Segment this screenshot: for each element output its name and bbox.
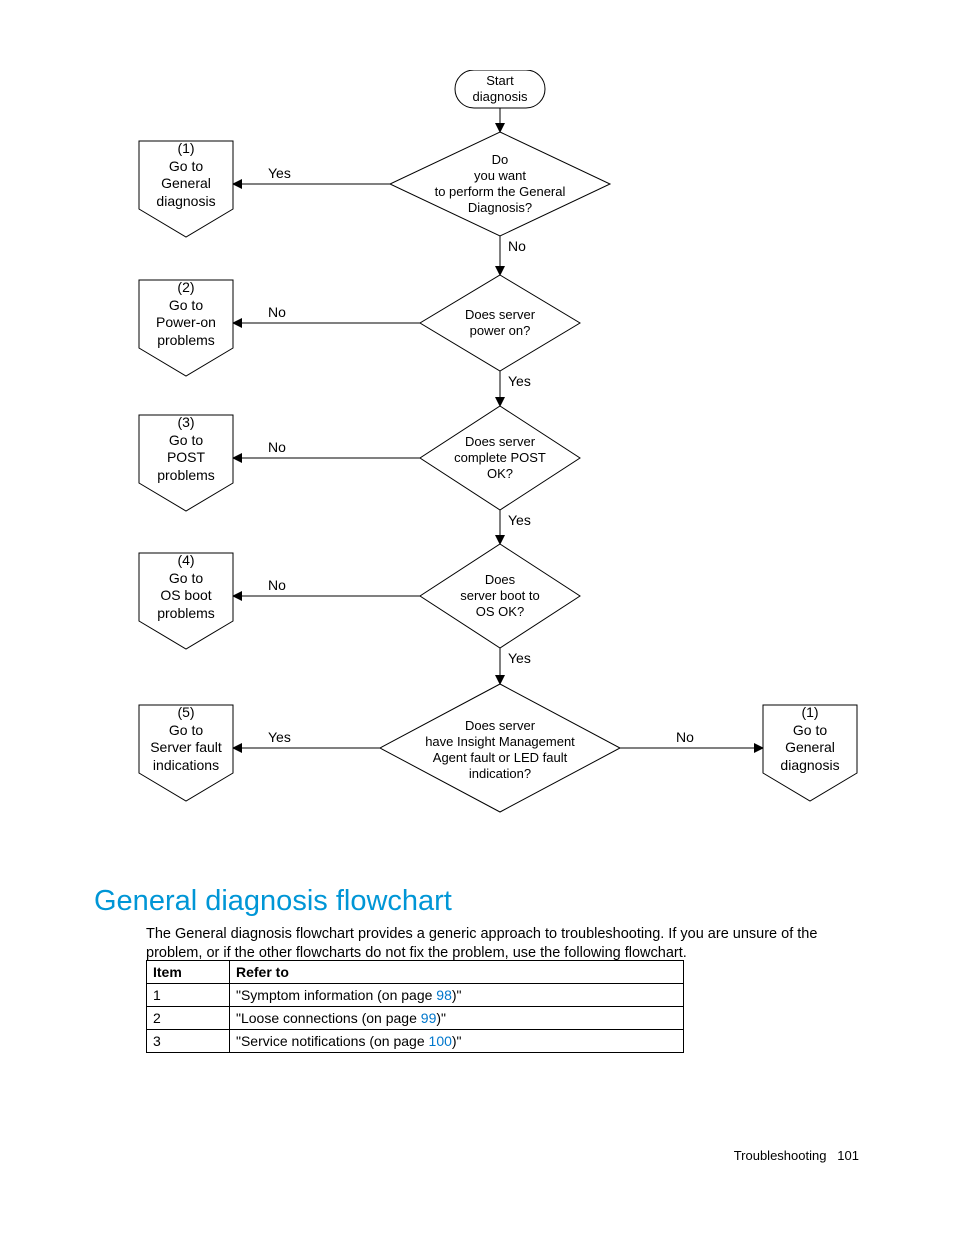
node-off4: (4)Go toOS bootproblems (139, 553, 233, 621)
cell-refer: "Symptom information (on page 98)" (230, 984, 684, 1007)
node-off1r: (1)Go toGeneraldiagnosis (763, 705, 857, 773)
node-d5: Does serverhave Insight ManagementAgent … (400, 710, 600, 790)
edge-d2-yes: Yes (508, 373, 531, 389)
table-row: 3 "Service notifications (on page 100)" (147, 1030, 684, 1053)
footer-page-number: 101 (837, 1148, 859, 1163)
page-link[interactable]: 100 (429, 1033, 452, 1049)
edge-d5-yes: Yes (268, 729, 291, 745)
edge-d4-no: No (268, 577, 286, 593)
edge-d1-no: No (508, 238, 526, 254)
diagnosis-flow-chart: Startdiagnosis Doyou wantto perform the … (120, 70, 890, 860)
intro-paragraph: The General diagnosis flowchart provides… (146, 925, 860, 964)
col-header-refer: Refer to (230, 961, 684, 984)
table-row: 2 "Loose connections (on page 99)" (147, 1007, 684, 1030)
section-heading: General diagnosis flowchart (94, 885, 452, 918)
node-off3: (3)Go toPOSTproblems (139, 415, 233, 483)
cell-refer: "Loose connections (on page 99)" (230, 1007, 684, 1030)
node-d2: Does serverpower on? (430, 298, 570, 348)
edge-d3-yes: Yes (508, 512, 531, 528)
edge-d2-no: No (268, 304, 286, 320)
reference-table: Item Refer to 1 "Symptom information (on… (146, 960, 684, 1053)
node-off1: (1)Go toGeneraldiagnosis (139, 141, 233, 209)
table-row: 1 "Symptom information (on page 98)" (147, 984, 684, 1007)
page-link[interactable]: 99 (421, 1010, 437, 1026)
footer-section: Troubleshooting (734, 1148, 827, 1163)
page-footer: Troubleshooting 101 (734, 1148, 859, 1163)
node-off2: (2)Go toPower-onproblems (139, 280, 233, 348)
cell-item: 2 (147, 1007, 230, 1030)
cell-item: 3 (147, 1030, 230, 1053)
cell-item: 1 (147, 984, 230, 1007)
edge-d3-no: No (268, 439, 286, 455)
edge-d4-yes: Yes (508, 650, 531, 666)
col-header-item: Item (147, 961, 230, 984)
node-d3: Does servercomplete POSTOK? (430, 428, 570, 488)
node-off5: (5)Go toServer faultindications (139, 705, 233, 773)
node-d1: Doyou wantto perform the GeneralDiagnosi… (400, 144, 600, 224)
edge-d5-no: No (676, 729, 694, 745)
page-link[interactable]: 98 (436, 987, 452, 1003)
node-d4: Doesserver boot toOS OK? (430, 566, 570, 626)
node-start: Startdiagnosis (455, 70, 545, 108)
cell-refer: "Service notifications (on page 100)" (230, 1030, 684, 1053)
edge-d1-yes: Yes (268, 165, 291, 181)
